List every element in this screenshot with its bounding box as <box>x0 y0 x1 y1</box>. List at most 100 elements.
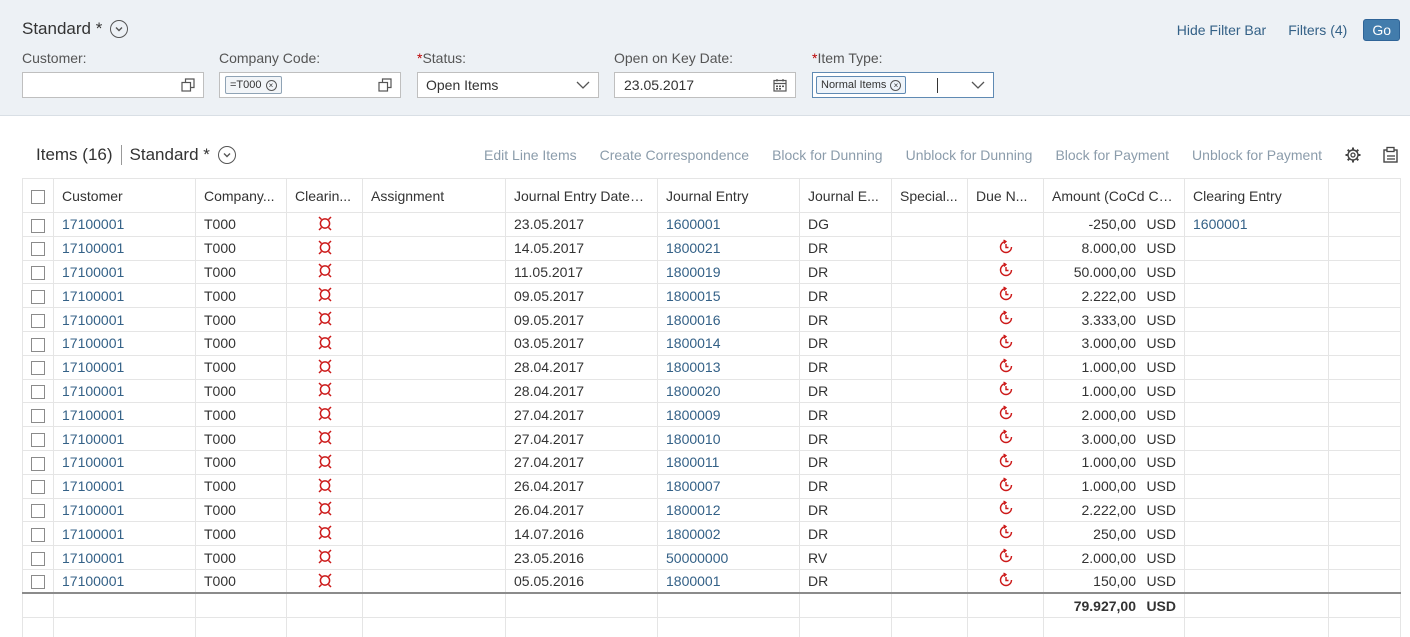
row-checkbox[interactable] <box>31 313 45 328</box>
customer-link[interactable]: 17100001 <box>53 498 196 523</box>
key-date-input[interactable]: 23.05.2017 <box>614 72 796 98</box>
go-button[interactable]: Go <box>1363 19 1400 41</box>
row-checkbox[interactable] <box>31 385 45 400</box>
customer-link[interactable]: 17100001 <box>53 545 196 570</box>
block-for-dunning-button[interactable]: Block for Dunning <box>772 147 883 163</box>
table-row[interactable]: 17100001 T000 05.05.2016 1800001 DR 150,… <box>22 569 1401 594</box>
row-checkbox-cell[interactable] <box>22 569 54 594</box>
clearing-entry-link[interactable] <box>1184 450 1329 475</box>
table-row[interactable]: 17100001 T000 27.04.2017 1800010 DR 3.00… <box>22 426 1401 451</box>
clearing-entry-link[interactable] <box>1184 260 1329 285</box>
customer-link[interactable]: 17100001 <box>53 474 196 499</box>
variant-selector[interactable]: Standard * <box>22 19 129 39</box>
chevron-down-icon[interactable] <box>110 20 129 38</box>
column-header-clearing-entry[interactable]: Clearing Entry <box>1184 178 1329 213</box>
row-checkbox[interactable] <box>31 575 45 590</box>
column-header-company-code[interactable]: Company... <box>195 178 287 213</box>
column-header-journal-entry-type[interactable]: Journal E... <box>799 178 892 213</box>
value-help-icon[interactable] <box>181 78 195 92</box>
journal-entry-link[interactable]: 1800021 <box>657 236 800 261</box>
clearing-entry-link[interactable] <box>1184 402 1329 428</box>
customer-link[interactable]: 17100001 <box>53 379 196 404</box>
row-checkbox[interactable] <box>31 337 45 352</box>
customer-link[interactable]: 17100001 <box>53 283 196 309</box>
table-row[interactable]: 17100001 T000 09.05.2017 1800015 DR 2.22… <box>22 283 1401 309</box>
row-checkbox-cell[interactable] <box>22 331 54 356</box>
column-header-due-net[interactable]: Due N... <box>967 178 1044 213</box>
filters-button[interactable]: Filters (4) <box>1288 22 1347 38</box>
column-header-assignment[interactable]: Assignment <box>362 178 506 213</box>
customer-link[interactable]: 17100001 <box>53 402 196 428</box>
row-checkbox-cell[interactable] <box>22 521 54 547</box>
clearing-entry-link[interactable] <box>1184 521 1329 547</box>
column-header-clearing-status[interactable]: Clearin... <box>286 178 363 213</box>
table-row[interactable]: 17100001 T000 26.04.2017 1800012 DR 2.22… <box>22 498 1401 523</box>
journal-entry-link[interactable]: 1800001 <box>657 569 800 594</box>
row-checkbox[interactable] <box>31 551 45 566</box>
value-help-icon[interactable] <box>378 78 392 92</box>
journal-entry-link[interactable]: 1800011 <box>657 450 800 475</box>
journal-entry-link[interactable]: 50000000 <box>657 545 800 570</box>
table-row[interactable]: 17100001 T000 14.07.2016 1800002 DR 250,… <box>22 521 1401 547</box>
journal-entry-link[interactable]: 1800020 <box>657 379 800 404</box>
token-remove-icon[interactable]: × <box>265 79 277 91</box>
row-checkbox[interactable] <box>31 218 45 233</box>
table-row[interactable]: 17100001 T000 03.05.2017 1800014 DR 3.00… <box>22 331 1401 356</box>
table-row[interactable]: 17100001 T000 28.04.2017 1800013 DR 1.00… <box>22 355 1401 380</box>
chevron-down-icon[interactable] <box>576 80 590 90</box>
company-code-input[interactable]: =T000 × <box>219 72 401 98</box>
journal-entry-link[interactable]: 1800012 <box>657 498 800 523</box>
table-row[interactable]: 17100001 T000 09.05.2017 1800016 DR 3.33… <box>22 307 1401 332</box>
clearing-entry-link[interactable] <box>1184 426 1329 451</box>
block-for-payment-button[interactable]: Block for Payment <box>1055 147 1169 163</box>
clearing-entry-link[interactable] <box>1184 283 1329 309</box>
edit-line-items-button[interactable]: Edit Line Items <box>484 147 577 163</box>
row-checkbox-cell[interactable] <box>22 474 54 499</box>
unblock-for-dunning-button[interactable]: Unblock for Dunning <box>906 147 1033 163</box>
clearing-entry-link[interactable] <box>1184 236 1329 261</box>
row-checkbox-cell[interactable] <box>22 236 54 261</box>
table-row[interactable]: 17100001 T000 11.05.2017 1800019 DR 50.0… <box>22 260 1401 285</box>
clearing-entry-link[interactable] <box>1184 569 1329 594</box>
journal-entry-link[interactable]: 1800016 <box>657 307 800 332</box>
select-all-checkbox-cell[interactable] <box>22 178 54 213</box>
row-checkbox[interactable] <box>31 408 45 423</box>
row-checkbox-cell[interactable] <box>22 283 54 309</box>
journal-entry-link[interactable]: 1800015 <box>657 283 800 309</box>
customer-link[interactable]: 17100001 <box>53 307 196 332</box>
journal-entry-link[interactable]: 1800009 <box>657 402 800 428</box>
row-checkbox-cell[interactable] <box>22 212 54 237</box>
row-checkbox[interactable] <box>31 289 45 304</box>
table-row[interactable]: 17100001 T000 27.04.2017 1800009 DR 2.00… <box>22 402 1401 428</box>
table-row[interactable]: 17100001 T000 28.04.2017 1800020 DR 1.00… <box>22 379 1401 404</box>
select-all-checkbox[interactable] <box>31 189 45 204</box>
row-checkbox[interactable] <box>31 361 45 376</box>
row-checkbox-cell[interactable] <box>22 355 54 380</box>
clearing-entry-link[interactable] <box>1184 379 1329 404</box>
calendar-icon[interactable] <box>773 78 787 92</box>
clearing-entry-link[interactable] <box>1184 307 1329 332</box>
customer-link[interactable]: 17100001 <box>53 355 196 380</box>
chevron-down-icon[interactable] <box>217 146 236 164</box>
customer-link[interactable]: 17100001 <box>53 569 196 594</box>
unblock-for-payment-button[interactable]: Unblock for Payment <box>1192 147 1322 163</box>
status-select[interactable]: Open Items <box>417 72 599 98</box>
row-checkbox-cell[interactable] <box>22 260 54 285</box>
row-checkbox-cell[interactable] <box>22 402 54 428</box>
table-row[interactable]: 17100001 T000 23.05.2016 50000000 RV 2.0… <box>22 545 1401 570</box>
gear-icon[interactable] <box>1344 146 1362 164</box>
table-row[interactable]: 17100001 T000 23.05.2017 1600001 DG -250… <box>22 212 1401 237</box>
company-code-token[interactable]: =T000 × <box>225 76 282 94</box>
row-checkbox[interactable] <box>31 504 45 519</box>
column-header-journal-entry-date[interactable]: Journal Entry Date <box>505 178 658 213</box>
row-checkbox-cell[interactable] <box>22 545 54 570</box>
row-checkbox[interactable] <box>31 432 45 447</box>
row-checkbox[interactable] <box>31 456 45 471</box>
column-header-amount[interactable]: Amount (CoCd Cur.) <box>1043 178 1185 213</box>
clearing-entry-link[interactable] <box>1184 545 1329 570</box>
row-checkbox-cell[interactable] <box>22 498 54 523</box>
table-row[interactable]: 17100001 T000 14.05.2017 1800021 DR 8.00… <box>22 236 1401 261</box>
customer-link[interactable]: 17100001 <box>53 521 196 547</box>
column-header-special-gl[interactable]: Special... <box>891 178 968 213</box>
row-checkbox-cell[interactable] <box>22 379 54 404</box>
